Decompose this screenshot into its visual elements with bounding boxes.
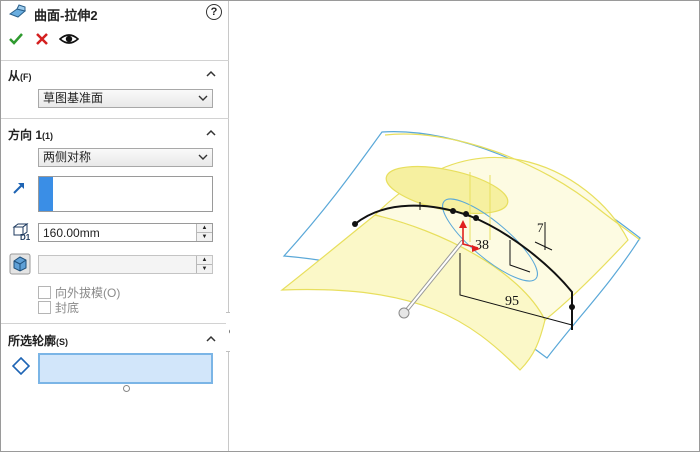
collapse-chevron-icon[interactable] [204,332,218,346]
sketch-endpoint [352,221,358,227]
preview-eye-icon[interactable] [59,31,79,47]
direction-section-header[interactable]: 方向 1(1) [8,126,222,142]
separator [0,323,229,324]
model-viewport[interactable]: 38 95 7 [230,0,700,452]
drag-handle-icon[interactable] [398,307,410,319]
checkbox-box[interactable] [38,286,51,299]
direction-arrow-icon[interactable] [11,180,27,196]
end-condition-dropdown[interactable]: 两侧对称 [38,148,213,167]
direction-section-shortcut: (1) [42,131,54,141]
feature-header: 曲面-拉伸2 ? [8,4,222,23]
selection-color-swatch [39,177,53,211]
svg-text:D1: D1 [20,233,31,241]
draft-outward-label: 向外拔模(O) [55,286,121,300]
depth-spinner[interactable]: ▲ ▼ [196,224,212,241]
collapse-chevron-icon[interactable] [204,67,218,81]
sketch-point [450,208,456,214]
chevron-down-icon [198,95,208,101]
cap-end-label: 封底 [55,301,80,315]
feature-title: 曲面-拉伸2 [34,8,98,23]
graphics-area[interactable]: 38 95 7 [230,0,700,452]
ok-check-icon[interactable] [8,31,24,47]
direction-section-label: 方向 1 [8,128,43,142]
draft-angle-spinner[interactable]: ▲ ▼ [196,256,212,273]
sketch-endpoint [569,304,575,310]
contour-icon [12,357,30,375]
draft-angle-input[interactable]: ▲ ▼ [38,255,213,274]
chevron-down-icon [198,154,208,160]
dimension-7-label[interactable]: 7 [537,220,544,235]
from-section-shortcut: (F) [20,72,32,82]
extrude-surface-icon [8,4,27,18]
from-start-value: 草图基准面 [43,91,104,105]
from-start-dropdown[interactable]: 草图基准面 [38,89,213,108]
sketch-point [473,215,479,221]
cap-end-checkbox[interactable]: 封底 [38,299,80,315]
property-manager-panel: 曲面-拉伸2 ? 从(F) 草图基准面 方向 1(1) 两侧对称 D1 160.… [0,0,229,452]
depth-input[interactable]: 160.00mm ▲ ▼ [38,223,213,242]
contours-section-header[interactable]: 所选轮廓(S) [8,332,222,348]
separator [0,118,229,119]
depth-value: 160.00mm [43,226,100,240]
resize-grip-icon[interactable] [123,385,130,392]
depth-icon: D1 [12,223,31,241]
contours-section-shortcut: (S) [56,337,69,347]
from-section-header[interactable]: 从(F) [8,67,222,83]
checkbox-box[interactable] [38,301,51,314]
dimension-95-label[interactable]: 95 [505,294,519,309]
selected-contours-box[interactable] [38,353,213,384]
contours-section-label: 所选轮廓 [8,334,57,348]
end-condition-value: 两侧对称 [43,150,92,164]
collapse-chevron-icon[interactable] [204,126,218,140]
draft-outward-checkbox[interactable]: 向外拔模(O) [38,284,121,300]
separator [0,60,229,61]
draft-icon[interactable] [9,253,31,275]
dimension-38-label[interactable]: 38 [475,238,489,253]
from-section-label: 从 [8,69,21,83]
cancel-x-icon[interactable] [35,32,49,46]
direction-reference-selection-box[interactable] [38,176,213,212]
sketch-point [463,211,469,217]
help-icon[interactable]: ? [206,4,222,20]
